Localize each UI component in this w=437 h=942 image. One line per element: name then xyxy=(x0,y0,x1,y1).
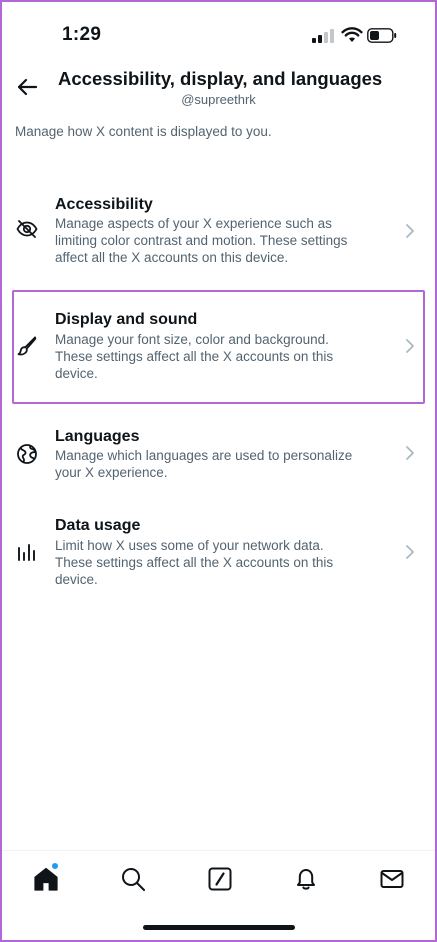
eye-slash-icon xyxy=(16,220,38,238)
account-handle: @supreethrk xyxy=(181,92,256,107)
chevron-right-icon xyxy=(406,446,414,460)
highlight-annotation xyxy=(12,290,425,404)
notification-dot xyxy=(52,863,58,869)
globe-icon xyxy=(17,444,37,464)
setting-description: Limit how X uses some of your network da… xyxy=(55,538,334,587)
home-icon xyxy=(34,867,58,891)
setting-title: Data usage xyxy=(55,517,141,534)
nav-messages[interactable] xyxy=(378,865,406,893)
page-description: Manage how X content is displayed to you… xyxy=(15,124,272,139)
setting-languages[interactable]: Languages Manage which languages are use… xyxy=(2,418,435,488)
setting-accessibility[interactable]: Accessibility Manage aspects of your X e… xyxy=(2,187,435,277)
status-time: 1:29 xyxy=(62,24,102,45)
search-icon xyxy=(122,868,145,891)
home-indicator[interactable] xyxy=(143,925,295,930)
compose-icon xyxy=(208,867,232,891)
setting-title: Accessibility xyxy=(55,196,153,213)
setting-title: Languages xyxy=(55,428,140,445)
nav-compose[interactable] xyxy=(206,865,234,893)
setting-description: Manage which languages are used to perso… xyxy=(55,448,353,480)
setting-data-usage[interactable]: Data usage Limit how X uses some of your… xyxy=(2,508,435,598)
status-bar: 1:29 xyxy=(2,2,435,66)
setting-description: Manage aspects of your X experience such… xyxy=(55,216,348,265)
nav-notifications[interactable] xyxy=(292,865,320,893)
mail-icon xyxy=(380,870,404,888)
chevron-right-icon xyxy=(406,545,414,559)
bell-icon xyxy=(297,869,315,890)
wifi-icon xyxy=(341,27,363,42)
battery-icon xyxy=(367,28,397,43)
page-title: Accessibility, display, and languages xyxy=(58,68,383,89)
chevron-right-icon xyxy=(406,224,414,238)
cellular-signal-icon xyxy=(312,29,334,43)
nav-home[interactable] xyxy=(32,863,60,893)
bar-chart-icon xyxy=(18,544,35,561)
app-screen: 1:29 Accessibility, display, and languag… xyxy=(2,2,435,940)
nav-search[interactable] xyxy=(119,865,147,893)
